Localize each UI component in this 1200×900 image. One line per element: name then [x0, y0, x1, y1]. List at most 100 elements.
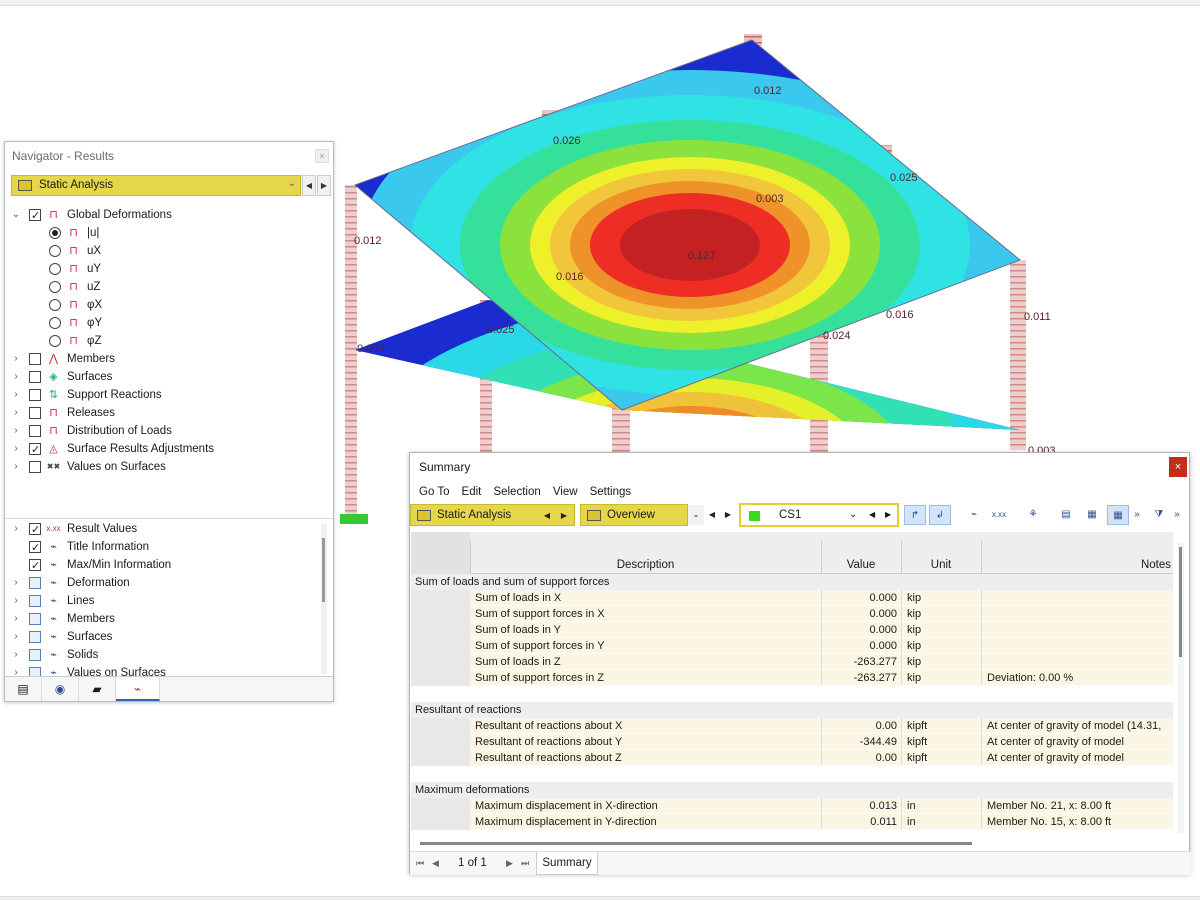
radio[interactable]	[49, 281, 61, 293]
chevron-right-icon[interactable]: ›	[11, 422, 21, 440]
tab-summary[interactable]: Summary	[536, 852, 598, 875]
display-tab-icon[interactable]: ◉	[42, 677, 79, 701]
tree-item-result-values[interactable]: › x.xx Result Values	[5, 520, 315, 539]
column-description[interactable]: Description	[470, 559, 821, 571]
checkbox[interactable]	[29, 613, 41, 625]
column-unit[interactable]: Unit	[901, 559, 981, 571]
previous-page-icon[interactable]: ◀	[432, 858, 439, 869]
tree-item-lines[interactable]: › ⌁ Lines	[5, 592, 315, 610]
data-tab-icon[interactable]: ▤	[5, 677, 42, 701]
menu-go-to[interactable]: Go To	[419, 486, 449, 498]
chevron-right-icon[interactable]: ›	[11, 458, 21, 476]
tree-icon[interactable]: ⚘	[1022, 505, 1044, 525]
tree-item-surfaces-display[interactable]: › ⌁ Surfaces	[5, 628, 315, 646]
chevron-right-icon[interactable]: ›	[11, 628, 21, 646]
first-page-icon[interactable]: ⏮	[416, 858, 424, 869]
table-row[interactable]: Resultant of reactions about Z 0.00 kipft A…	[411, 750, 1173, 766]
table-row[interactable]: Sum of support forces in Y 0.000 kip	[411, 638, 1173, 654]
last-page-icon[interactable]: ⏭	[521, 858, 529, 869]
tree-item-members-display[interactable]: › ⌁ Members	[5, 610, 315, 628]
radio-uy[interactable]: ⊓ uY	[5, 260, 325, 278]
chevron-right-icon[interactable]: ›	[11, 520, 21, 538]
results-tab-icon[interactable]: ⌁	[116, 677, 160, 701]
checkbox[interactable]	[29, 521, 41, 539]
tree-item-surfaces[interactable]: › ◈ Surfaces	[5, 368, 325, 386]
chevron-right-icon[interactable]: ›	[11, 574, 21, 592]
result-values-icon[interactable]: x.xx	[988, 505, 1010, 525]
menu-edit[interactable]: Edit	[462, 486, 482, 498]
checkbox[interactable]	[29, 425, 41, 437]
radio[interactable]	[49, 245, 61, 257]
table-row[interactable]: Sum of support forces in Z -263.277 kip Dev…	[411, 670, 1173, 686]
filter-icon[interactable]: ⧩	[1148, 505, 1170, 525]
tree-item-surface-results-adjustments[interactable]: › ◬ Surface Results Adjustments	[5, 440, 325, 459]
menu-view[interactable]: View	[553, 486, 578, 498]
tree-item-values-on-surfaces-display[interactable]: › ⌁ Values on Surfaces	[5, 664, 315, 676]
table-row[interactable]: Sum of loads in Y 0.000 kip	[411, 622, 1173, 638]
export-icon[interactable]: ▦	[1081, 505, 1103, 525]
radio-uz[interactable]: ⊓ uZ	[5, 278, 325, 296]
radio-ux[interactable]: ⊓ uX	[5, 242, 325, 260]
tree-item-max-min-information[interactable]: ⌁ Max/Min Information	[5, 556, 315, 575]
chevron-right-icon[interactable]: ›	[11, 386, 21, 404]
chevron-down-icon[interactable]: ⌄	[11, 206, 21, 224]
next-button[interactable]: ▶	[721, 505, 735, 525]
checkbox[interactable]	[29, 389, 41, 401]
menu-selection[interactable]: Selection	[493, 486, 540, 498]
tree-item-global-deformations[interactable]: ⌄ ⊓ Global Deformations	[5, 206, 325, 225]
tree-item-members[interactable]: › ⋀ Members	[5, 350, 325, 368]
select-in-model-icon[interactable]: ↱	[904, 505, 926, 525]
chevron-down-icon[interactable]: ⌄	[688, 505, 704, 525]
radio[interactable]	[49, 317, 61, 329]
radio-phiy[interactable]: ⊓ φY	[5, 314, 325, 332]
tree-item-releases[interactable]: › ⊓ Releases	[5, 404, 325, 422]
chevron-right-icon[interactable]: ›	[11, 646, 21, 664]
checkbox[interactable]	[29, 461, 41, 473]
previous-button[interactable]: ◀	[869, 510, 875, 519]
radio[interactable]	[49, 299, 61, 311]
table-row[interactable]: Sum of support forces in X 0.000 kip	[411, 606, 1173, 622]
tree-item-support-reactions[interactable]: › ⇅ Support Reactions	[5, 386, 325, 404]
overview-select[interactable]: Overview	[580, 504, 688, 526]
radio-u-total[interactable]: ⊓ |u|	[5, 224, 325, 242]
table-row[interactable]: Maximum displacement in Y-direction 0.011…	[411, 814, 1173, 830]
radio[interactable]	[49, 335, 61, 347]
horizontal-scrollbar[interactable]	[420, 840, 1175, 848]
chevron-right-icon[interactable]: ›	[11, 592, 21, 610]
vertical-scrollbar[interactable]	[321, 524, 327, 674]
column-value[interactable]: Value	[821, 559, 901, 571]
splitter[interactable]	[5, 518, 333, 519]
close-button[interactable]: ×	[1169, 457, 1187, 477]
chevron-right-icon[interactable]: ›	[11, 368, 21, 386]
close-button[interactable]: ×	[315, 149, 329, 163]
more-icon[interactable]: »	[1132, 505, 1142, 525]
table-row[interactable]: Sum of loads in Z -263.277 kip	[411, 654, 1173, 670]
chevron-right-icon[interactable]: ›	[11, 440, 21, 458]
vertical-scrollbar[interactable]	[1178, 543, 1184, 833]
checkbox[interactable]	[29, 631, 41, 643]
checkbox[interactable]	[29, 441, 41, 459]
table-row[interactable]: Sum of loads in X 0.000 kip	[411, 590, 1173, 606]
chevron-right-icon[interactable]: ›	[11, 350, 21, 368]
tree-item-deformation[interactable]: › ⌁ Deformation	[5, 574, 315, 592]
checkbox[interactable]	[29, 557, 41, 575]
radio[interactable]	[49, 227, 61, 239]
menu-settings[interactable]: Settings	[590, 486, 632, 498]
column-notes[interactable]: Notes	[981, 559, 1171, 571]
view-icon[interactable]: ⌁	[963, 505, 985, 525]
checkbox[interactable]	[29, 595, 41, 607]
go-to-icon[interactable]: ↲	[929, 505, 951, 525]
next-page-icon[interactable]: ▶	[506, 858, 513, 869]
table-row[interactable]: Resultant of reactions about Y -344.49 kip…	[411, 734, 1173, 750]
tree-item-distribution-of-loads[interactable]: › ⊓ Distribution of Loads	[5, 422, 325, 440]
checkbox[interactable]	[29, 207, 41, 225]
radio-phiz[interactable]: ⊓ φZ	[5, 332, 325, 350]
load-case-select[interactable]: CS1 ⌄ ◀ ▶	[739, 503, 899, 527]
views-tab-icon[interactable]: ▰	[79, 677, 116, 701]
checkbox[interactable]	[29, 577, 41, 589]
checkbox[interactable]	[29, 353, 41, 365]
next-button[interactable]: ▶	[557, 506, 571, 526]
checkbox[interactable]	[29, 371, 41, 383]
checkbox[interactable]	[29, 667, 41, 676]
checkbox[interactable]	[29, 649, 41, 661]
